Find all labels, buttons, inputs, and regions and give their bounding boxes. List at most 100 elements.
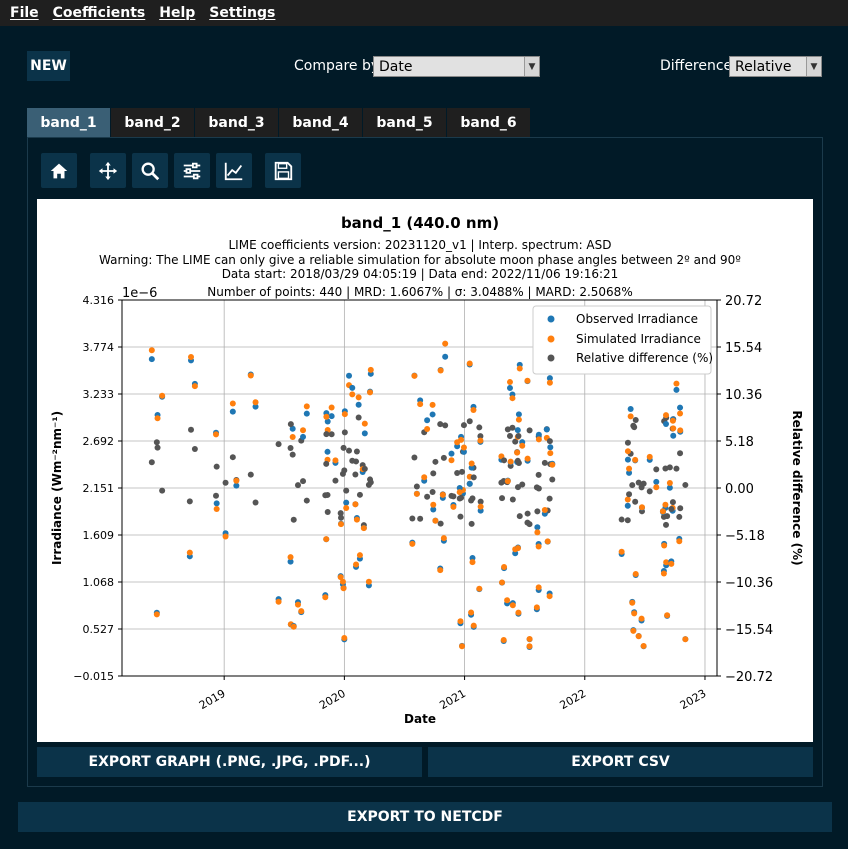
save-button[interactable] xyxy=(265,153,301,188)
simulated-point xyxy=(666,479,673,486)
y2-tick-label: −20.72 xyxy=(725,670,773,685)
reldiff-point xyxy=(534,508,541,515)
simulated-point xyxy=(477,503,484,510)
reldiff-point xyxy=(430,470,437,477)
reldiff-point xyxy=(324,508,331,515)
simulated-point xyxy=(626,465,633,472)
y-tick-label: 3.774 xyxy=(83,341,115,354)
reldiff-point xyxy=(349,457,356,464)
export-csv-button[interactable]: EXPORT CSV xyxy=(428,747,813,777)
simulated-point xyxy=(154,415,161,422)
simulated-point xyxy=(638,615,645,622)
observed-point xyxy=(300,433,307,440)
reldiff-point xyxy=(361,465,368,472)
simulated-point xyxy=(222,533,229,540)
edit-axis-button[interactable] xyxy=(216,153,252,188)
simulated-point xyxy=(663,412,670,419)
chart-subtitle-dates: Data start: 2018/03/29 04:05:19 | Data e… xyxy=(222,267,619,281)
observed-point xyxy=(213,500,220,507)
pan-icon xyxy=(98,161,118,180)
simulated-point xyxy=(353,561,360,568)
simulated-point xyxy=(458,436,465,443)
reldiff-point xyxy=(343,487,350,494)
legend-reldiff-label: Relative difference (%) xyxy=(576,351,713,365)
reldiff-point xyxy=(341,429,348,436)
simulated-point xyxy=(337,574,344,581)
reldiff-point xyxy=(470,474,477,481)
simulated-point xyxy=(289,434,296,441)
y-ticks: 4.316 3.774 3.233 2.692 2.151 1.609 1.068 0.527… xyxy=(73,294,122,683)
reldiff-point xyxy=(186,498,193,505)
reldiff-point xyxy=(618,516,625,523)
y-tick-label: 2.151 xyxy=(83,482,115,495)
home-icon xyxy=(50,163,68,178)
observed-point xyxy=(448,450,455,457)
simulated-point xyxy=(153,611,160,618)
difference-select[interactable]: Relative ▼ xyxy=(729,56,822,77)
simulated-point xyxy=(440,535,447,542)
pan-button[interactable] xyxy=(90,153,126,188)
reldiff-point xyxy=(352,471,359,478)
tab-band-3[interactable]: band_3 xyxy=(195,108,279,137)
simulated-point xyxy=(252,399,259,406)
tab-band-2[interactable]: band_2 xyxy=(111,108,195,137)
y2-tick-label: 0.00 xyxy=(725,482,754,497)
simulated-point xyxy=(524,455,531,462)
simulated-point xyxy=(640,642,647,649)
tab-band-5[interactable]: band_5 xyxy=(363,108,447,137)
plot-canvas[interactable]: band_1 (440.0 nm) LIME coefficients vers… xyxy=(37,199,813,742)
simulated-point xyxy=(469,559,476,566)
reldiff-point xyxy=(300,478,307,485)
simulated-point xyxy=(546,379,553,386)
simulated-point xyxy=(186,549,193,556)
chevron-down-icon: ▼ xyxy=(806,57,821,76)
simulated-point xyxy=(328,404,335,411)
observed-point xyxy=(346,372,353,379)
reldiff-point xyxy=(229,454,236,461)
simulated-point xyxy=(547,450,554,457)
reldiff-point xyxy=(341,467,348,474)
menu-file[interactable]: File xyxy=(10,5,39,21)
reldiff-point xyxy=(524,510,531,517)
configure-subplots-button[interactable] xyxy=(174,153,210,188)
simulated-point xyxy=(159,392,166,399)
simulated-point xyxy=(148,347,155,354)
observed-point xyxy=(677,404,684,411)
y2-ticks: 20.72 15.54 10.36 5.18 0.00 −5.18 −10.36 −15.54… xyxy=(717,294,773,685)
export-netcdf-button[interactable]: EXPORT TO NETCDF xyxy=(18,802,832,832)
home-button[interactable] xyxy=(41,153,77,188)
y2-tick-label: −10.36 xyxy=(725,576,773,591)
export-graph-button[interactable]: EXPORT GRAPH (.PNG, .JPG, .PDF...) xyxy=(37,747,422,777)
compare-by-label: Compare by: xyxy=(294,58,383,74)
tab-band-1[interactable]: band_1 xyxy=(27,108,111,137)
reldiff-point xyxy=(222,479,229,486)
reldiff-point xyxy=(499,495,506,502)
simulated-point xyxy=(535,543,542,550)
menu-help[interactable]: Help xyxy=(159,5,195,21)
reldiff-point xyxy=(526,427,533,434)
simulated-point xyxy=(188,354,195,361)
y2-tick-label: 10.36 xyxy=(725,388,762,403)
legend-reldiff-marker xyxy=(547,354,555,362)
compare-by-select[interactable]: Date ▼ xyxy=(373,56,540,77)
new-button[interactable]: NEW xyxy=(27,51,70,81)
chart-subtitle-warning: Warning: The LIME can only give a reliab… xyxy=(99,253,741,267)
simulated-point xyxy=(332,457,339,464)
reldiff-point xyxy=(514,457,521,464)
simulated-point xyxy=(470,406,477,413)
tab-band-4[interactable]: band_4 xyxy=(279,108,363,137)
y2-tick-label: −15.54 xyxy=(725,623,773,638)
zoom-button[interactable] xyxy=(132,153,168,188)
menu-bar: File Coefficients Help Settings xyxy=(0,0,848,26)
reldiff-point xyxy=(303,497,310,504)
simulated-point xyxy=(624,496,631,503)
x-tick-label: 2020 xyxy=(317,687,348,712)
legend-observed-label: Observed Irradiance xyxy=(576,312,698,326)
chart-svg: band_1 (440.0 nm) LIME coefficients vers… xyxy=(50,214,804,726)
save-icon xyxy=(274,161,293,180)
reldiff-point xyxy=(275,441,282,448)
menu-coefficients[interactable]: Coefficients xyxy=(53,5,146,21)
reldiff-point xyxy=(247,471,254,478)
menu-settings[interactable]: Settings xyxy=(209,5,275,21)
tab-band-6[interactable]: band_6 xyxy=(447,108,531,137)
